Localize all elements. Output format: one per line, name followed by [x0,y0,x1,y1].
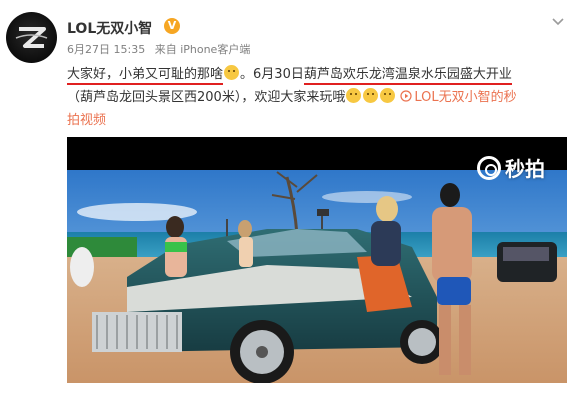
username[interactable]: LOL无双小智 [67,18,152,38]
post-line-1: 大家好，小弟又可耻的那啥 。6月30日葫芦岛欢乐龙湾温泉水乐园盛大开业 [67,63,567,86]
miaopai-watermark: 秒拍 [477,153,545,182]
highlight-phrase: 小弟又可耻的那啥 [119,67,224,85]
video-link[interactable]: LOL无双小智的秒 [414,90,516,105]
emoji-icon-3 [380,88,396,103]
post-source: 来自 iPhone客户端 [154,43,251,56]
post-line-3: 拍视频 [67,109,567,132]
highlight-greeting: 大家好， [67,67,120,85]
video-play-icon [400,87,412,102]
avatar[interactable] [6,12,57,63]
video-player[interactable]: 秒拍 [67,137,567,383]
post-text-date: 。6月30日 [240,67,304,82]
avatar-z-logo-icon [15,27,48,48]
chevron-down-icon[interactable] [551,14,565,28]
post-text-location: （葫芦岛龙回头景区西200米），欢迎大家来玩哦 [67,90,346,105]
post-meta: 6月27日 15:35 来自 iPhone客户端 [67,41,256,57]
emoji-icon-2 [363,88,379,103]
vip-badge-icon: V [164,18,180,34]
post-date[interactable]: 6月27日 15:35 [67,43,145,56]
video-link-cont[interactable]: 拍视频 [67,113,106,128]
post-line-2: （葫芦岛龙回头景区西200米），欢迎大家来玩哦 LOL无双小智的秒 [67,86,567,109]
miaopai-logo-icon [477,155,501,180]
highlight-park-name: 葫芦岛欢乐龙湾温泉水乐园盛大开业 [303,67,512,85]
post-text: 大家好，小弟又可耻的那啥 。6月30日葫芦岛欢乐龙湾温泉水乐园盛大开业 （葫芦岛龙… [67,63,567,132]
smile-emoji-icon [224,65,240,80]
watermark-text: 秒拍 [505,157,545,181]
emoji-icon-1 [346,88,362,103]
